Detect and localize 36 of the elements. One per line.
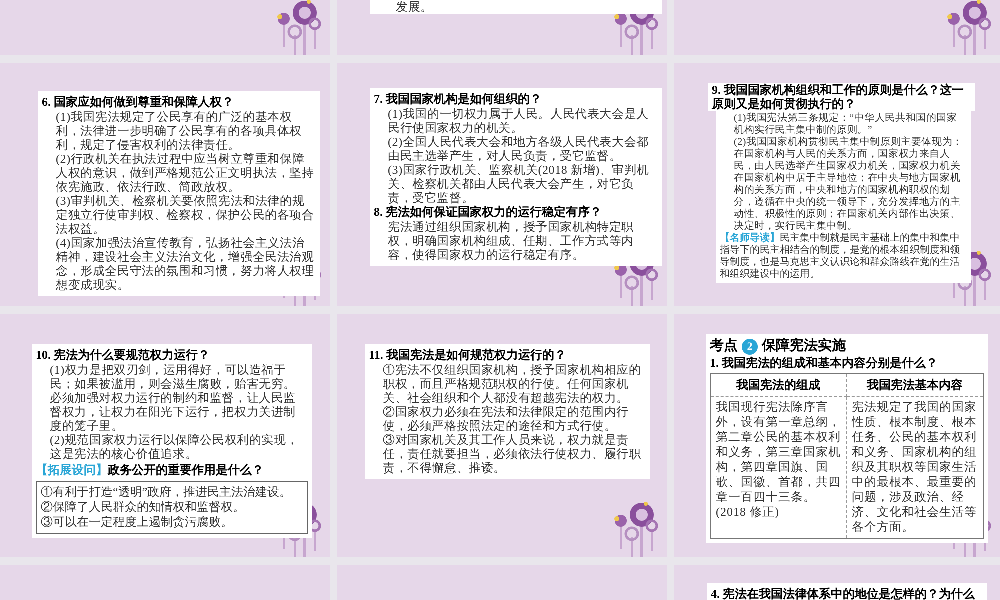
answer-paragraph: ②国家权力必须在宪法和法律限定的范围内行使，必须严格按照法定的途径和方式行使。	[382, 405, 630, 433]
section-label: 考点	[710, 338, 738, 356]
slide-question-heading: 9. 我国国家机构组织和工作的原则是什么？这一原则又是如何贯彻执行的？	[708, 83, 975, 111]
answer-paragraph: (2)全国人民代表大会和地方各级人民代表大会都由民主选举产生，对人民负责，受它监督。	[387, 135, 650, 163]
tip-paragraph: 【名师导读】民主集中制就是民主基础上的集中和集中指导下的民主相结合的制度，是党的根本组织制度和领导制度，也是马克思主义认识论和群众路线在党的生活和组织建设中的运用。	[720, 233, 961, 281]
question-heading: 1. 我国宪法的组成和基本内容分别是什么？	[710, 356, 939, 371]
question-heading: 7. 我国国家机构是如何组织的？	[374, 92, 543, 107]
answer-paragraph: (3)审判机关、检察机关要依照宪法和法律的规定独立行使审判权、检察权，保护公民的各项合法权益。	[55, 194, 316, 236]
answer-paragraph: (1)我国宪法规定了公民享有的广泛的基本权利，法律进一步明确了公民享有的各项具体权利，规定了侵害权利的法律责任。	[55, 110, 303, 152]
extension-question: 【拓展设问】政务公开的重要作用是什么？	[36, 462, 265, 478]
answer-paragraph: (1)我国的一切权力属于人民。人民代表大会是人民行使国家权力的机关。	[387, 107, 650, 135]
table-cell: 我国现行宪法除序言外，设有第一章总纲，第二章公民的基本权利和义务，第三章国家机构，第四章国旗、国歌、国徽、首都，共四章一百四十三条。(2018 修正)	[711, 397, 847, 538]
question-heading: 11. 我国宪法是如何规范权力运行的？	[369, 348, 568, 363]
answer-paragraph: (2)规范国家权力运行以保障公民权利的实现，这是宪法的核心价值追求。	[49, 433, 300, 461]
answer-paragraph: (2)我国国家机构贯彻民主集中制原则主要体现为：在国家机构与人民的关系方面，国家权力来自人民，由人民选举产生国家权力机关，国家权力机关在国家机构中居于主导地位；在中央与地方国家机构的关系方面，中央和地方的国家机构职权的划分，遵循在中央的统一领导下，充分发挥地方的主动性、积极性的原则；在国家机关内部作出决策、决定时，实行民主集中制。	[733, 137, 964, 232]
answer-item: ②保障了人民群众的知情权和监督权。	[41, 500, 246, 515]
number-badge: 2	[742, 339, 758, 355]
answer-paragraph: ①宪法不仅组织国家机构，授予国家机构相应的职权，而且严格规范职权的行使。任何国家机关、社会组织和个人都没有超越宪法的权力。	[382, 363, 642, 405]
question-heading: 8. 宪法如何保证国家权力的运行稳定有序？	[374, 205, 603, 220]
answer-paragraph: ③对国家机关及其工作人员来说，权力就是责任，责任就要担当，必须依法行使权力、履行职责，不得懈怠、推诿。	[382, 433, 642, 475]
answer-paragraph: (2)行政机关在执法过程中应当树立尊重和保障人权的意识，做到严格规范公正文明执法，坚持依宪施政、依法行政、简政放权。	[55, 152, 316, 194]
table-cell-text: 宪法规定了我国的国家性质、根本制度、根本任务、公民的基本权利和义务、国家机构的组织及其职权等国家生活中的最根本、最重要的问题，涉及政治、经济、文化和社会生活等各个方面。	[850, 399, 978, 536]
question-heading: 4. 宪法在我国法律体系中的地位是怎样的？为什么	[711, 587, 976, 600]
answer-paragraph: (1)权力是把双刃剑，运用得好，可以造福于民；如果被滥用，则会滋生腐败，贻害无穷。必须加强对权力运行的制约和监督，让人民监督权力，让权力在阳光下运行，把权力关进制度的笼子里。	[49, 363, 297, 433]
answer-item: ③可以在一定程度上遏制贪污腐败。	[41, 515, 234, 530]
question-heading: 6. 国家应如何做到尊重和保障人权？	[42, 95, 235, 110]
answer-paragraph: (1)我国宪法第三条规定：“中华人民共和国的国家机构实行民主集中制的原则。”	[733, 113, 958, 136]
answer-paragraph: (3)国家行政机关、监察机关(2018 新增)、审判机关、检察机关都由人民代表大会产生，对它负责，受它监督。	[387, 163, 650, 205]
answer-paragraph: (4)国家加强法治宣传教育，弘扬社会主义法治精神，建设社会主义法治文化，增强全民法治观念，形成全民守法的氛围和习惯，努力将人权理想变成现实。	[55, 236, 316, 292]
question-heading: 10. 宪法为什么要规范权力运行？	[36, 348, 211, 363]
answer-item: ①有利于打造“透明”政府，推进民主法治建设。	[41, 485, 293, 500]
answer-paragraph: 宪法通过组织国家机构，授予国家机构特定职权，明确国家机构组成、任期、工作方式等内容，使得国家权力的运行稳定有序。	[387, 220, 635, 262]
table-header: 我国宪法基本内容	[847, 374, 983, 397]
section-title: 保障宪法实施	[762, 338, 846, 356]
table-header: 我国宪法的组成	[711, 374, 847, 397]
answer-paragraph: 发展。	[395, 0, 434, 14]
